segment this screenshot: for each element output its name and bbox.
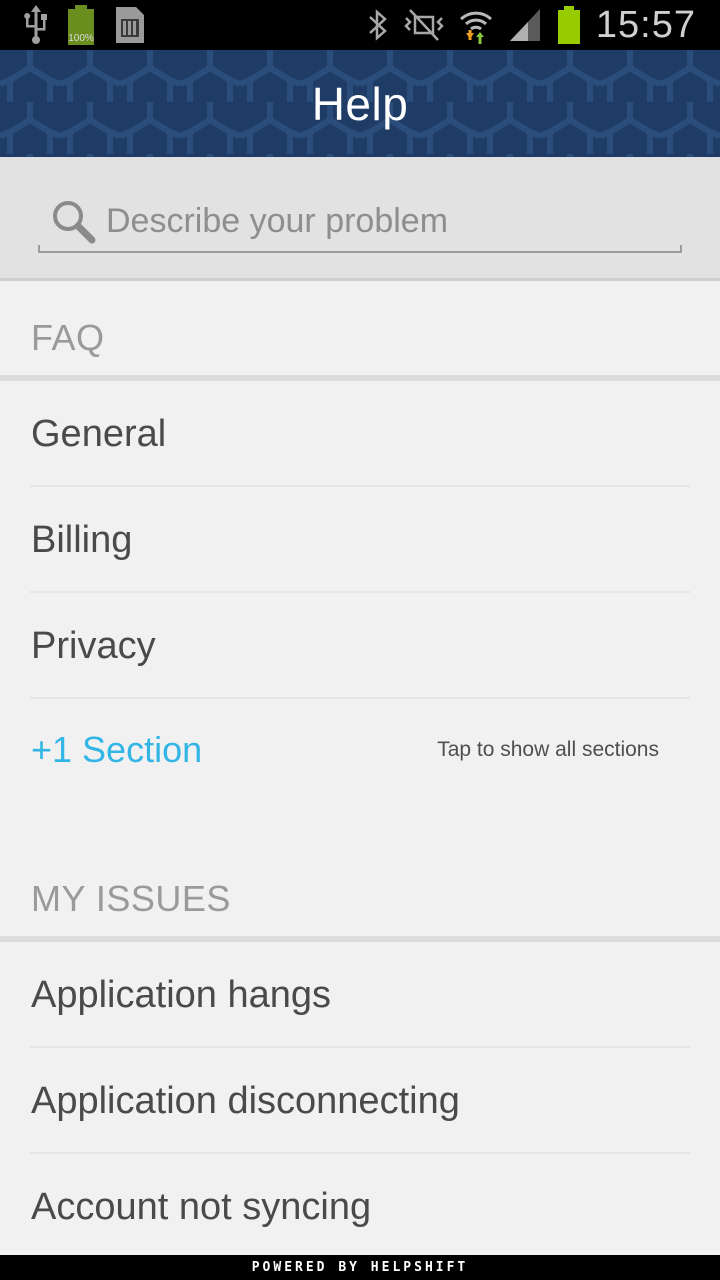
show-more-sections-row[interactable]: +1 Section Tap to show all sections (0, 697, 720, 803)
faq-section-header: FAQ (0, 281, 720, 381)
page-title: Help (311, 77, 409, 130)
issue-item-account-not-syncing[interactable]: Account not syncing (0, 1154, 720, 1260)
battery-full-icon: 100% (64, 4, 98, 46)
faq-item-privacy[interactable]: Privacy (0, 593, 720, 699)
battery-icon (556, 5, 582, 45)
sd-card-icon (112, 5, 146, 45)
status-bar-left: 100% (0, 4, 146, 46)
battery-percent-label: 100% (68, 33, 94, 44)
more-sections-label: +1 Section (31, 729, 203, 770)
action-bar: Help (0, 50, 720, 157)
search-field[interactable] (38, 191, 682, 253)
issues-section-header: MY ISSUES (0, 842, 720, 942)
more-sections-hint: Tap to show all sections (437, 738, 659, 761)
search-input[interactable] (106, 201, 666, 241)
list-item-label: General (31, 412, 167, 455)
faq-item-billing[interactable]: Billing (0, 487, 720, 593)
faq-item-general[interactable]: General (0, 381, 720, 487)
status-time: 15:57 (595, 3, 696, 46)
search-icon (50, 198, 96, 248)
faq-header-label: FAQ (31, 317, 105, 358)
status-bar-right: 15:57 (366, 4, 720, 47)
signal-icon (508, 7, 542, 43)
vibrate-off-icon (404, 8, 444, 42)
bluetooth-icon (366, 7, 390, 43)
list-item-label: Application hangs (31, 973, 331, 1016)
list-item-label: Application disconnecting (31, 1079, 460, 1122)
usb-icon (22, 5, 50, 45)
issue-item-application-disconnecting[interactable]: Application disconnecting (0, 1048, 720, 1154)
list-item-label: Billing (31, 518, 133, 561)
list-item-label: Account not syncing (31, 1185, 372, 1228)
status-bar: 100% 15:57 (0, 0, 720, 50)
issue-item-application-hangs[interactable]: Application hangs (0, 942, 720, 1048)
issues-header-label: MY ISSUES (31, 878, 231, 919)
footer-text: POWERED BY HELPSHIFT (251, 1260, 469, 1275)
list-item-label: Privacy (31, 624, 156, 667)
search-area (0, 157, 720, 281)
powered-by-footer: POWERED BY HELPSHIFT (0, 1255, 720, 1280)
wifi-icon (458, 5, 494, 45)
